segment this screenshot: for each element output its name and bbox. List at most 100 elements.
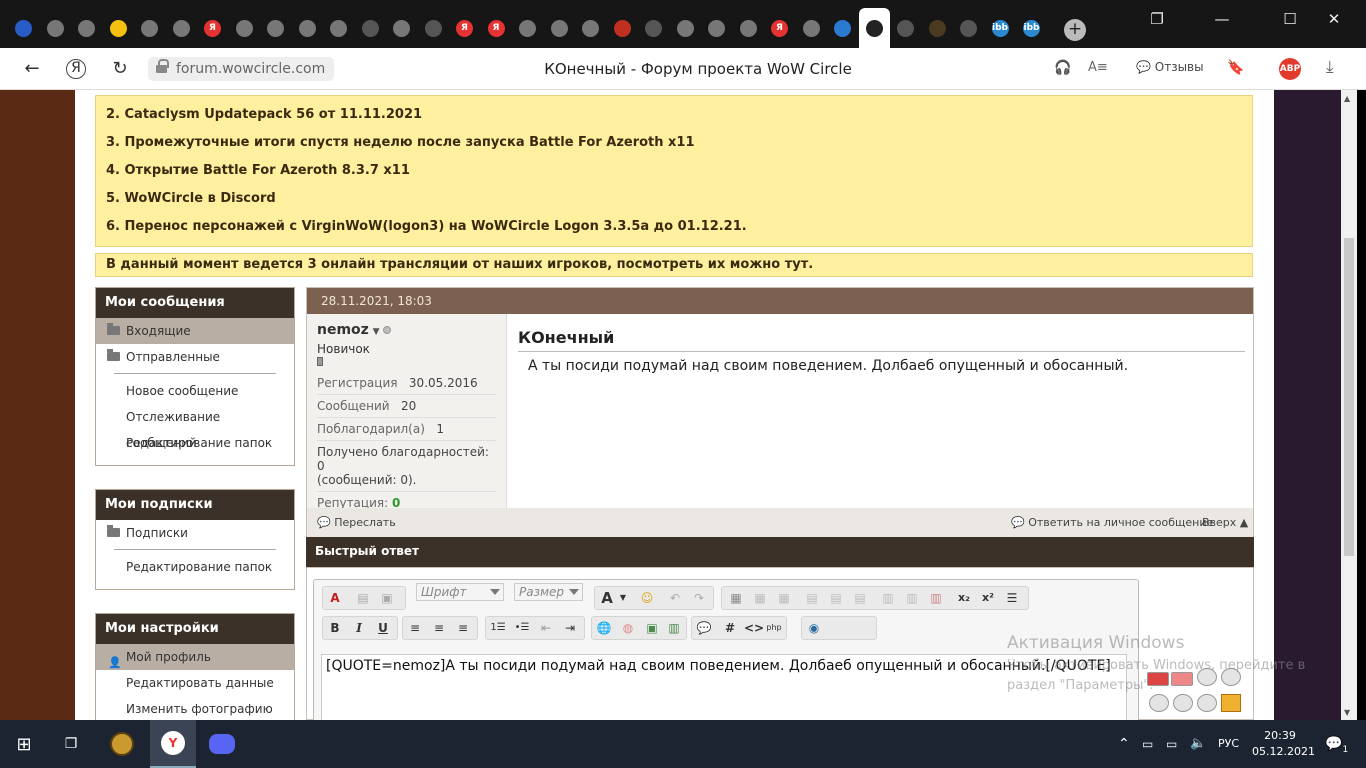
- author-name[interactable]: nemoz: [317, 322, 369, 338]
- scrollbar-thumb[interactable]: [1344, 238, 1354, 556]
- browser-tab[interactable]: [512, 8, 543, 48]
- adblock-icon[interactable]: ABP: [1279, 58, 1301, 80]
- sent-link[interactable]: Отправленные: [96, 344, 294, 370]
- insert-row-below-icon[interactable]: ▤: [828, 590, 844, 606]
- stream-notice-text[interactable]: В данный момент ведется 3 онлайн трансля…: [106, 254, 1242, 278]
- delete-col-icon[interactable]: ▥: [928, 590, 944, 606]
- italic-icon[interactable]: I: [351, 620, 367, 636]
- change-photo-link[interactable]: Изменить фотографию: [96, 696, 294, 720]
- bookmark-icon[interactable]: 🔖: [1227, 60, 1244, 76]
- delete-row-icon[interactable]: ▤: [852, 590, 868, 606]
- image-icon[interactable]: ▣: [644, 620, 660, 636]
- network-icon[interactable]: ▭: [1142, 720, 1153, 768]
- browser-tab[interactable]: [8, 8, 39, 48]
- yandex-browser-taskbar-icon[interactable]: Y: [150, 720, 196, 768]
- browser-tab[interactable]: [890, 8, 921, 48]
- browser-tab[interactable]: [827, 8, 858, 48]
- notifications-icon[interactable]: 💬1: [1325, 720, 1348, 768]
- browser-tab[interactable]: [544, 8, 575, 48]
- yandex-home-icon[interactable]: Я: [66, 59, 86, 79]
- browser-tab[interactable]: [796, 8, 827, 48]
- browser-tab[interactable]: Я: [449, 8, 480, 48]
- browser-tab[interactable]: Я: [764, 8, 795, 48]
- headphones-icon[interactable]: 🎧: [1054, 60, 1071, 76]
- browser-tab[interactable]: [638, 8, 669, 48]
- my-profile-link[interactable]: 👤 Мой профиль: [96, 644, 294, 670]
- announcement-link[interactable]: 5. WoWCircle в Discord: [106, 185, 1242, 213]
- insert-col-right-icon[interactable]: ▥: [904, 590, 920, 606]
- volume-icon[interactable]: 🔈: [1190, 720, 1206, 768]
- spoiler-icon[interactable]: ◉: [806, 620, 822, 636]
- browser-tab[interactable]: [229, 8, 260, 48]
- superscript-icon[interactable]: x²: [980, 590, 996, 606]
- insert-row-above-icon[interactable]: ▤: [804, 590, 820, 606]
- align-left-icon[interactable]: ≡: [407, 620, 423, 636]
- start-icon[interactable]: ⊞: [8, 728, 40, 760]
- browser-tab[interactable]: [733, 8, 764, 48]
- announcement-link[interactable]: 6. Перенос персонажей с VirginWoW(logon3…: [106, 213, 1242, 241]
- browser-tab[interactable]: [71, 8, 102, 48]
- table-icon[interactable]: ▦: [728, 590, 744, 606]
- hashtag-icon[interactable]: #: [722, 620, 738, 636]
- browser-tab[interactable]: [134, 8, 165, 48]
- task-view-icon[interactable]: ❐: [55, 728, 87, 760]
- quote-icon[interactable]: 💬: [696, 620, 712, 636]
- align-right-icon[interactable]: ≡: [455, 620, 471, 636]
- edit-folders-link[interactable]: Редактирование папок: [96, 554, 294, 580]
- language-indicator[interactable]: РУС: [1218, 720, 1239, 768]
- announcement-link[interactable]: 2. Cataclysm Updatepack 56 от 11.11.2021: [106, 101, 1242, 129]
- browser-tab[interactable]: [292, 8, 323, 48]
- forward-button[interactable]: 💬 Переслать: [317, 508, 396, 538]
- subscript-icon[interactable]: x₂: [956, 590, 972, 606]
- video-icon[interactable]: ▥: [666, 620, 682, 636]
- minimize-button[interactable]: —: [1200, 4, 1244, 34]
- caret-down-icon[interactable]: ▼: [615, 590, 631, 606]
- maximize-button[interactable]: ☐: [1268, 4, 1312, 34]
- tabs-menu-button[interactable]: ❐: [1135, 4, 1179, 34]
- browser-tab[interactable]: [323, 8, 354, 48]
- rage-face-icon[interactable]: [1173, 694, 1193, 712]
- bold-icon[interactable]: B: [327, 620, 343, 636]
- announcement-link[interactable]: 4. Открытие Battle For Azeroth 8.3.7 x11: [106, 157, 1242, 185]
- announcement-link[interactable]: 3. Промежуточные итоги спустя неделю пос…: [106, 129, 1242, 157]
- rage-face-icon[interactable]: [1149, 694, 1169, 712]
- monitor-icon[interactable]: ▭: [1166, 720, 1177, 768]
- tracking-link[interactable]: Отслеживание сообщений: [96, 404, 294, 450]
- reply-private-button[interactable]: 💬 Ответить на личное сообщение: [1011, 508, 1213, 538]
- inbox-link[interactable]: Входящие: [96, 318, 294, 344]
- outdent-icon[interactable]: ⇤: [538, 620, 554, 636]
- text-color-icon[interactable]: A: [599, 590, 615, 606]
- browser-tab[interactable]: [260, 8, 291, 48]
- browser-tab[interactable]: [953, 8, 984, 48]
- edit-data-link[interactable]: Редактировать данные: [96, 670, 294, 696]
- browser-tab[interactable]: Я: [481, 8, 512, 48]
- browser-tab[interactable]: [103, 8, 134, 48]
- reload-icon[interactable]: ↻: [105, 54, 135, 84]
- underline-icon[interactable]: U: [375, 620, 391, 636]
- link-icon[interactable]: 🌐: [596, 620, 612, 636]
- browser-tab[interactable]: [607, 8, 638, 48]
- browser-tab[interactable]: [386, 8, 417, 48]
- browser-tab[interactable]: Я: [197, 8, 228, 48]
- redo-icon[interactable]: ↷: [691, 590, 707, 606]
- download-icon[interactable]: ⤓: [1326, 57, 1334, 77]
- browser-tab[interactable]: [701, 8, 732, 48]
- insert-col-left-icon[interactable]: ▥: [880, 590, 896, 606]
- php-icon[interactable]: php: [766, 620, 782, 636]
- remove-format-icon[interactable]: A: [327, 590, 343, 606]
- browser-tab[interactable]: [670, 8, 701, 48]
- table-row-icon[interactable]: ▦: [752, 590, 768, 606]
- edit-folders-link[interactable]: Редактирование папок: [96, 430, 294, 456]
- warning-icon[interactable]: [1221, 694, 1241, 712]
- browser-tab[interactable]: [355, 8, 386, 48]
- clock[interactable]: 20:39 05.12.2021: [1252, 720, 1315, 768]
- align-center-icon[interactable]: ≡: [431, 620, 447, 636]
- back-icon[interactable]: ←: [17, 54, 47, 84]
- paste-icon[interactable]: ▣: [379, 590, 395, 606]
- page-scrollbar[interactable]: ▲ ▼: [1341, 90, 1357, 720]
- cut-icon[interactable]: ▤: [355, 590, 371, 606]
- tray-overflow-icon[interactable]: ⌃: [1118, 720, 1130, 768]
- numbered-list-icon[interactable]: 1☰: [490, 620, 506, 636]
- scroll-up-icon[interactable]: ▲: [1344, 94, 1350, 103]
- url-field[interactable]: forum.wowcircle.com: [148, 57, 334, 81]
